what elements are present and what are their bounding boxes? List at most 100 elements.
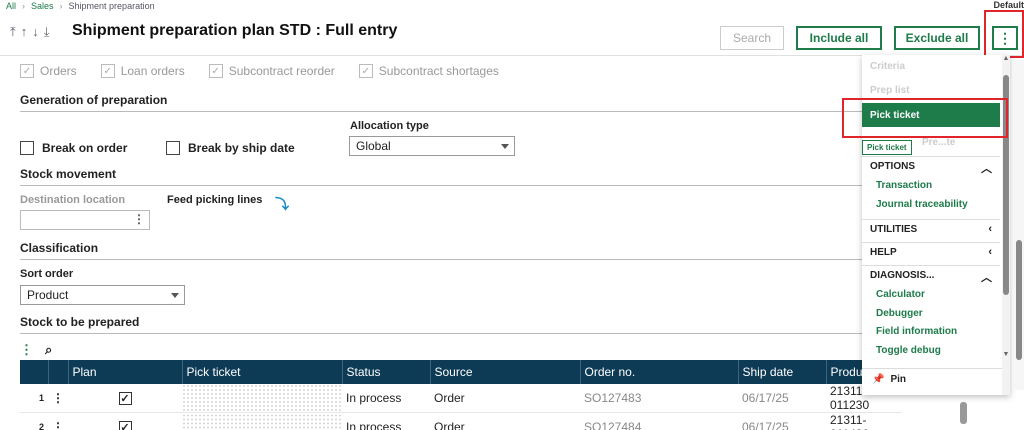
allocation-type-value: Global [356,139,391,153]
panel-prep-list[interactable]: Prep list [870,85,909,96]
highlight-pick-ticket [842,98,1008,138]
destination-location-field[interactable]: ⋮ [20,210,150,230]
search-icon[interactable]: ⌕ [45,342,52,358]
sort-order-select[interactable]: Product [20,285,185,305]
exclude-all-button[interactable]: Exclude all [894,26,980,50]
col-status[interactable]: Status [342,360,431,384]
panel-faded-item[interactable]: Pre...te [922,137,955,148]
check-loan-orders-label: Loan orders [120,64,185,78]
panel-transaction[interactable]: Transaction [876,180,932,191]
chevron-up-icon: ︿ [981,163,992,175]
allocation-type-label: Allocation type [350,120,429,132]
plan-cell[interactable]: ✓ [68,412,182,430]
section-generation: Generation of preparation [20,93,168,107]
order-no-cell: SO127484 [580,412,738,430]
order-no-cell: SO127483 [580,384,738,413]
next-record-icon[interactable]: ↓ [32,24,39,40]
checkmark-icon: ✓ [20,64,34,78]
divider [20,185,862,186]
row-number: 1 [20,384,48,413]
page-scroll-thumb[interactable] [1016,240,1022,360]
panel-section-diagnosis[interactable]: DIAGNOSIS... ︿ [862,265,1000,285]
check-subcontract-shortages-label: Subcontract shortages [378,64,499,78]
panel-pin[interactable]: 📌 Pin [862,368,1002,390]
allocation-type-select[interactable]: Global [349,136,515,156]
panel-criteria[interactable]: Criteria [870,61,905,72]
user-tag: Default [993,0,1024,10]
panel-section-options-label: OPTIONS [870,161,916,172]
col-order-no[interactable]: Order no. [580,360,739,384]
panel-section-utilities-label: UTILITIES [870,224,918,235]
divider [20,259,862,260]
scroll-down-icon[interactable]: ▼ [1002,351,1010,358]
first-record-icon[interactable]: ⤒ [10,24,16,40]
breadcrumb-sep: › [59,1,63,11]
breadcrumb-all[interactable]: All [6,1,16,11]
plan-cell[interactable]: ✓ [68,384,182,413]
include-all-button[interactable]: Include all [796,26,882,50]
check-subcontract-reorder[interactable]: ✓ Subcontract reorder [208,64,335,78]
feed-picking-lines-label: Feed picking lines [167,194,263,206]
break-on-order-label: Break on order [42,141,128,155]
grid-scroll-thumb[interactable] [960,402,967,424]
row-menu-icon[interactable]: ⋮ [48,412,68,430]
search-button[interactable]: Search [720,26,784,50]
check-orders[interactable]: ✓ Orders [20,64,77,78]
panel-section-options[interactable]: OPTIONS ︿ [862,156,1000,176]
pick-ticket-cell[interactable] [182,384,342,413]
break-by-ship-date-label: Break by ship date [188,141,295,155]
page-title: Shipment preparation plan STD : Full ent… [72,22,398,39]
col-source[interactable]: Source [430,360,581,384]
panel-section-diagnosis-label: DIAGNOSIS... [870,270,935,281]
panel-debugger[interactable]: Debugger [876,308,923,319]
col-rownum [20,360,49,384]
panel-toggle-debug[interactable]: Toggle debug [876,345,941,356]
break-by-ship-date[interactable]: Break by ship date [166,141,295,155]
status-cell: In process [342,412,430,430]
break-by-ship-date-checkbox[interactable] [166,141,180,155]
col-pick-ticket[interactable]: Pick ticket [182,360,343,384]
breadcrumb-sales[interactable]: Sales [31,1,54,11]
break-on-order-checkbox[interactable] [20,141,34,155]
product-cell: 21311-011430 [826,412,902,430]
destination-location-label: Destination location [20,194,126,206]
checkmark-icon[interactable]: ✓ [118,392,132,405]
checkmark-icon: ✓ [358,64,373,78]
curved-arrow-icon[interactable]: ⤵ [275,194,289,214]
grid-menu-icon[interactable]: ⋮ [20,342,33,358]
page-scrollbar[interactable] [1014,60,1024,390]
table-row[interactable]: 2 ⋮ ✓ In process Order SO127484 06/17/25… [20,412,902,430]
scroll-up-icon[interactable]: ▲ [1002,55,1010,62]
grid-toolbar: ⋮ ⌕ [20,342,52,358]
last-record-icon[interactable]: ⤓ [44,24,50,40]
panel-section-utilities[interactable]: UTILITIES ‹ [862,219,1000,239]
chevron-left-icon: ‹ [988,223,992,235]
highlight-more-button [984,10,1024,58]
ship-date-cell: 06/17/25 [738,412,826,430]
checkmark-icon[interactable]: ✓ [118,421,132,430]
more-icon[interactable]: ⋮ [133,212,145,226]
col-ship-date[interactable]: Ship date [738,360,827,384]
table-row[interactable]: 1 ⋮ ✓ In process Order SO127483 06/17/25… [20,384,902,413]
header: ⤒ ↑ ↓ ⤓ Shipment preparation plan STD : … [0,14,1024,56]
panel-section-help[interactable]: HELP ‹ [862,242,1000,262]
breadcrumb: All › Sales › Shipment preparation [6,0,155,12]
panel-pin-label: Pin [890,374,907,385]
pin-icon: 📌 [872,374,885,385]
source-checkboxes: ✓ Orders ✓ Loan orders ✓ Subcontract reo… [20,64,523,78]
col-plan[interactable]: Plan [68,360,183,384]
ship-date-cell: 06/17/25 [738,384,826,413]
panel-calculator[interactable]: Calculator [876,289,925,300]
previous-record-icon[interactable]: ↑ [21,24,28,40]
chevron-down-icon [171,293,179,298]
check-subcontract-shortages[interactable]: ✓ Subcontract shortages [358,64,499,78]
source-cell: Order [430,384,580,413]
panel-field-information[interactable]: Field information [876,326,957,337]
chevron-up-icon: ︿ [981,272,992,284]
pick-ticket-cell[interactable] [182,412,342,430]
stock-grid: Plan Pick ticket Status Source Order no.… [20,360,903,430]
row-menu-icon[interactable]: ⋮ [48,384,68,413]
check-loan-orders[interactable]: ✓ Loan orders [100,64,185,78]
panel-journal-traceability[interactable]: Journal traceability [876,199,968,210]
break-on-order[interactable]: Break on order [20,141,127,155]
